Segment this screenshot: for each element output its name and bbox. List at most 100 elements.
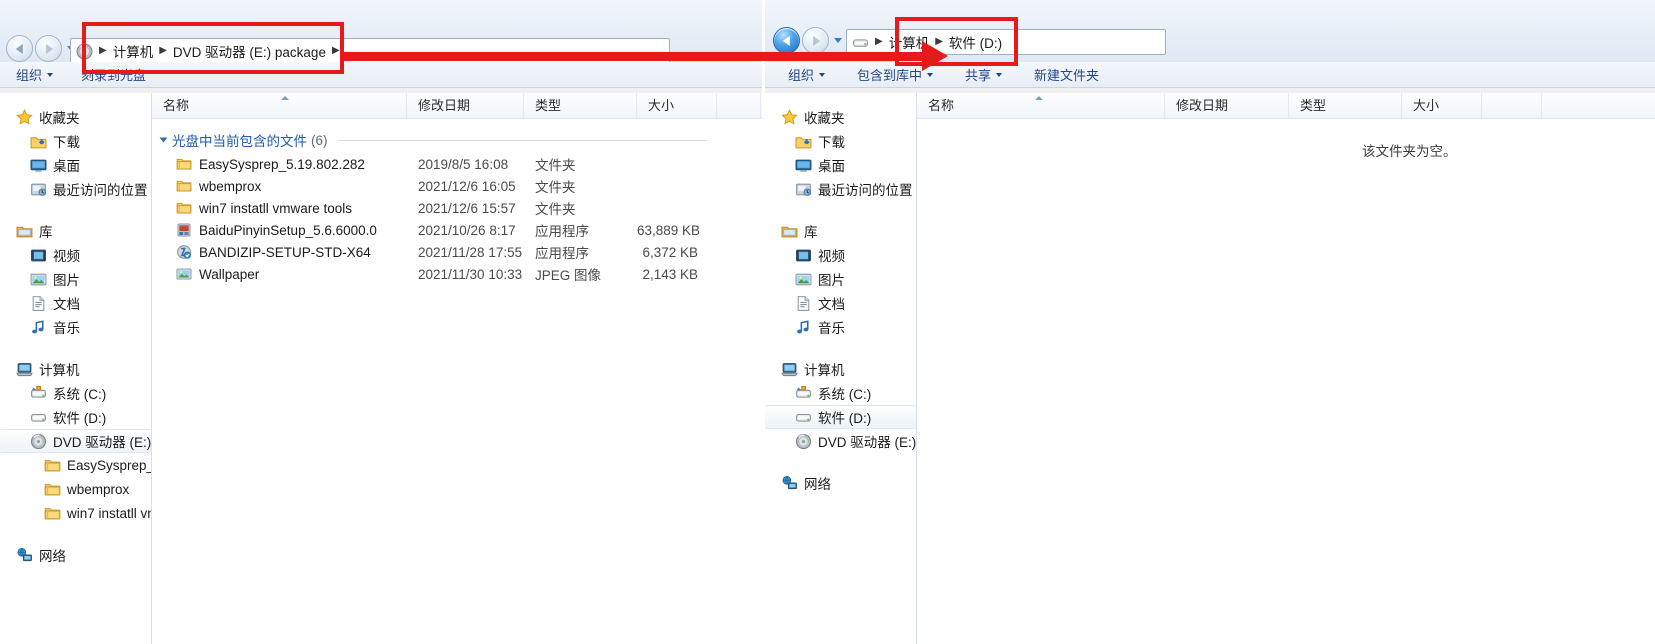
table-row[interactable]: BaiduPinyinSetup_5.6.6000.0 2021/10/26 8:… [152,219,762,241]
nav-item-label: 最近访问的位置 [53,183,148,198]
nav-item-下载[interactable]: 下载 [765,129,916,153]
nav-item-DVD 驱动器 (E:) pa[interactable]: DVD 驱动器 (E:) pa [0,429,151,453]
group-header-disc-files[interactable]: 光盘中当前包含的文件 (6) [152,127,762,153]
organize-menu-right[interactable]: 组织 [777,65,836,84]
table-row[interactable]: Wallpaper 2021/11/30 10:33 JPEG 图像 2,143 KB [152,263,762,285]
nav-item-系统 (C:)[interactable]: 系统 (C:) [0,381,151,405]
breadcrumb-item-1[interactable]: 软件 (D:) [948,32,1003,52]
burn-to-disc-button[interactable]: 刻录到光盘 [70,65,157,84]
organize-label: 组织 [788,68,815,83]
nav-group-网络[interactable]: 网络 [765,471,916,495]
column-header-spacer [1482,93,1542,119]
new-folder-button[interactable]: 新建文件夹 [1023,65,1110,84]
breadcrumb-sep-icon: ▶ [875,36,883,47]
address-bar-left: ▶ 计算机 ▶ DVD 驱动器 (E:) package ▶ [0,0,762,64]
back-button-right[interactable] [773,27,800,54]
address-input-left[interactable]: ▶ 计算机 ▶ DVD 驱动器 (E:) package ▶ [70,38,670,64]
nav-group-label: 计算机 [39,363,80,378]
back-button-left[interactable] [6,35,33,62]
forward-button-right[interactable] [802,27,829,54]
nav-item-label: 下载 [53,135,80,150]
nav-item-DVD 驱动器 (E:) pa[interactable]: DVD 驱动器 (E:) pa [765,429,916,453]
column-header-date[interactable]: 修改日期 [407,93,524,119]
share-menu[interactable]: 共享 [954,65,1013,84]
navigation-pane-left[interactable]: 收藏夹下载桌面最近访问的位置库视频 图片 文档 音乐计算机系统 (C:) 软件 (D:)… [0,93,152,644]
nav-item-文档[interactable]: 文档 [765,291,916,315]
column-header-size[interactable]: 大小 [637,93,717,119]
table-row[interactable]: win7 instatll vmware tools 2021/12/6 15:5… [152,197,762,219]
folder-icon [176,158,192,170]
nav-item-最近访问的位置[interactable]: 最近访问的位置 [765,177,916,201]
file-name-label: BaiduPinyinSetup_5.6.6000.0 [199,222,377,238]
organize-menu-left[interactable]: 组织 [5,65,64,84]
nav-item-系统 (C:)[interactable]: 系统 (C:) [765,381,916,405]
nav-group-计算机[interactable]: 计算机 [0,357,151,381]
nav-item-文档[interactable]: 文档 [0,291,151,315]
navigation-pane-right[interactable]: 收藏夹 下载 桌面 最近访问的位置库视频 图片 文档 音乐计算机 系统 (C:) 软件 (D:)… [765,93,917,644]
nav-group-网络[interactable]: 网络 [0,543,151,567]
nav-item-图片[interactable]: 图片 [765,267,916,291]
cell-date: 2021/12/6 16:05 [418,178,516,194]
nav-item-图片[interactable]: 图片 [0,267,151,291]
nav-item-wbemprox[interactable]: wbemprox [0,477,151,501]
recent-places-icon [796,183,811,196]
column-header-type[interactable]: 类型 [524,93,637,119]
group-header-count: (6) [311,132,328,148]
breadcrumb-right[interactable]: ▶ 计算机 ▶ 软件 (D:) [870,32,1003,52]
nav-group-label: 库 [39,225,53,240]
nav-group-收藏夹[interactable]: 收藏夹 [765,105,916,129]
nav-item-软件 (D:)[interactable]: 软件 (D:) [765,405,916,429]
column-header-name[interactable]: 名称 [152,93,407,119]
nav-item-软件 (D:)[interactable]: 软件 (D:) [0,405,151,429]
recent-pages-caret-right[interactable] [834,38,842,43]
include-in-library-label: 包含到库中 [857,68,923,83]
nav-item-桌面[interactable]: 桌面 [0,153,151,177]
nav-item-win7 instatll vmw[interactable]: win7 instatll vmw [0,501,151,525]
nav-item-label: DVD 驱动器 (E:) pa [53,435,152,450]
group-header-rule [337,139,707,141]
table-row[interactable]: wbemprox 2021/12/6 16:05 文件夹 [152,175,762,197]
nav-group-收藏夹[interactable]: 收藏夹 [0,105,151,129]
breadcrumb-item-1[interactable]: DVD 驱动器 (E:) package [172,41,327,61]
nav-item-视频[interactable]: 视频 [0,243,151,267]
nav-group-计算机[interactable]: 计算机 [765,357,916,381]
column-header-name[interactable]: 名称 [917,93,1165,119]
nav-item-音乐[interactable]: 音乐 [765,315,916,339]
cell-size: 63,889 KB [637,222,701,238]
column-label: 类型 [535,97,562,113]
column-headers-left: 名称 修改日期 类型 大小 [152,93,762,119]
column-header-type[interactable]: 类型 [1289,93,1402,119]
include-in-library-menu[interactable]: 包含到库中 [846,65,944,84]
nav-item-最近访问的位置[interactable]: 最近访问的位置 [0,177,151,201]
nav-group-库[interactable]: 库 [0,219,151,243]
breadcrumb-left[interactable]: ▶ 计算机 ▶ DVD 驱动器 (E:) package ▶ [94,41,345,61]
nav-item-EasySysprep_5.1[interactable]: EasySysprep_5.1 [0,453,151,477]
forward-button-left[interactable] [35,35,62,62]
table-row[interactable]: EasySysprep_5.19.802.282 2019/8/5 16:08 文件… [152,153,762,175]
folder-icon [176,180,192,192]
empty-folder-message: 该文件夹为空。 [1362,144,1457,159]
column-header-date[interactable]: 修改日期 [1165,93,1289,119]
collapse-triangle-icon[interactable] [159,137,168,143]
nav-item-视频[interactable]: 视频 [765,243,916,267]
nav-item-下载[interactable]: 下载 [0,129,151,153]
downloads-icon [30,136,47,148]
screenshot-root: ▶ 计算机 ▶ DVD 驱动器 (E:) package ▶ 组织 刻录到光盘 [0,0,1655,644]
breadcrumb-item-0[interactable]: 计算机 [888,32,931,52]
hdd-icon [31,413,46,422]
address-input-right[interactable]: ▶ 计算机 ▶ 软件 (D:) [846,29,1166,55]
table-row[interactable]: BANDIZIP-SETUP-STD-X64 2021/11/28 17:55 应用… [152,241,762,263]
nav-item-label: win7 instatll vmw [67,505,151,521]
nav-item-音乐[interactable]: 音乐 [0,315,151,339]
file-list-pane-left[interactable]: 名称 修改日期 类型 大小 光盘中当前包含的文件 (6) EasySysprep… [152,93,762,644]
folder-icon [44,483,61,495]
column-header-size[interactable]: 大小 [1402,93,1482,119]
breadcrumb-item-0[interactable]: 计算机 [112,41,155,61]
baidu-setup-icon [177,223,191,237]
nav-item-桌面[interactable]: 桌面 [765,153,916,177]
cell-size: 6,372 KB [642,244,698,260]
nav-group-库[interactable]: 库 [765,219,916,243]
file-name-label: Wallpaper [199,266,260,282]
file-list-pane-right[interactable]: 名称 修改日期 类型 大小 该文件夹为空。 [917,93,1655,644]
dvd-drive-icon [76,43,93,59]
